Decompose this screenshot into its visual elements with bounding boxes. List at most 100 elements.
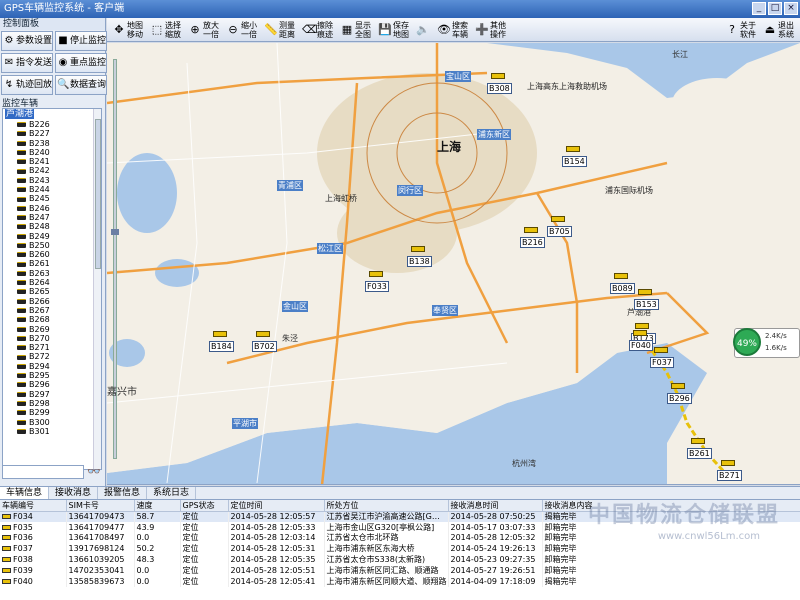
tree-vehicle-item[interactable]: B250 — [3, 241, 101, 250]
vehicle-marker-icon[interactable] — [551, 216, 565, 222]
info-tab-1[interactable]: 接收消息 — [49, 487, 99, 499]
tree-vehicle-item[interactable]: B298 — [3, 399, 101, 408]
tree-vehicle-item[interactable]: B227 — [3, 129, 101, 138]
tree-vehicle-item[interactable]: B264 — [3, 278, 101, 287]
tree-vehicle-item[interactable]: B241 — [3, 157, 101, 166]
vehicle-marker-label[interactable]: B138 — [407, 256, 432, 267]
tree-vehicle-item[interactable]: B246 — [3, 204, 101, 213]
tree-vehicle-item[interactable]: B299 — [3, 408, 101, 417]
map-view[interactable]: 上海 嘉兴市 上海虹桥 浦东国际机场 上海高东上海救助机场 长江 杭州湾 平湖市… — [107, 43, 800, 485]
tree-scrollbar[interactable] — [93, 109, 101, 469]
vehicle-marker-icon[interactable] — [671, 383, 685, 389]
tree-vehicle-item[interactable]: B271 — [3, 343, 101, 352]
zoom-slider[interactable] — [111, 49, 119, 469]
vehicle-marker-label[interactable]: B308 — [487, 83, 512, 94]
vehicle-marker-icon[interactable] — [654, 347, 668, 353]
tree-vehicle-item[interactable]: B245 — [3, 194, 101, 203]
vehicle-marker-icon[interactable] — [256, 331, 270, 337]
tree-vehicle-item[interactable]: B267 — [3, 306, 101, 315]
info-tab-0[interactable]: 车辆信息 — [0, 487, 50, 499]
vehicle-search-input[interactable] — [2, 465, 84, 479]
control-button-5[interactable]: 🔍 数据查询 — [55, 75, 107, 95]
table-row[interactable]: F038 13661039205 48.3 定位 2014-05-28 12:05:35… — [0, 554, 800, 566]
control-button-1[interactable]: ■ 停止监控 — [55, 31, 107, 51]
vehicle-marker-icon[interactable] — [691, 438, 705, 444]
tree-root[interactable]: 芦潮港 — [3, 109, 101, 120]
vehicle-marker-label[interactable]: F040 — [629, 340, 653, 351]
toolbar-button-save[interactable]: 💾 保存 地图 — [375, 19, 412, 41]
vehicle-marker-icon[interactable] — [411, 246, 425, 252]
vehicle-marker-label[interactable]: B271 — [717, 470, 742, 481]
column-header[interactable]: GPS状态 — [180, 500, 229, 512]
vehicle-marker-label[interactable]: B296 — [667, 393, 692, 404]
vehicle-marker-icon[interactable] — [491, 73, 505, 79]
column-header[interactable]: 所处方位 — [324, 500, 449, 512]
maximize-icon[interactable]: □ — [768, 2, 782, 15]
vehicle-marker-icon[interactable] — [638, 289, 652, 295]
zoom-track[interactable] — [113, 59, 117, 459]
column-header[interactable]: 车辆编号 — [0, 500, 67, 512]
tree-vehicle-item[interactable]: B268 — [3, 315, 101, 324]
vehicle-marker-label[interactable]: B154 — [562, 156, 587, 167]
control-button-0[interactable]: ⚙ 参数设置 — [1, 31, 53, 51]
info-tab-3[interactable]: 系统日志 — [147, 487, 197, 499]
vehicle-marker-label[interactable]: B153 — [634, 299, 659, 310]
tree-vehicle-item[interactable]: B294 — [3, 362, 101, 371]
vehicle-marker-label[interactable]: F033 — [365, 281, 389, 292]
tree-scroll-thumb[interactable] — [95, 119, 101, 269]
tree-vehicle-item[interactable]: B301 — [3, 427, 101, 436]
toolbar-button-about[interactable]: ? 关于 软件 — [722, 19, 759, 41]
column-header[interactable]: 定位时间 — [228, 500, 325, 512]
tree-vehicle-item[interactable]: B226 — [3, 120, 101, 129]
vehicle-marker-label[interactable]: B702 — [252, 341, 277, 352]
tree-vehicle-item[interactable]: B265 — [3, 287, 101, 296]
toolbar-button-other-ops[interactable]: ➕ 其他 操作 — [472, 19, 509, 41]
vehicle-marker-icon[interactable] — [369, 271, 383, 277]
binoculars-icon[interactable]: 👓 — [86, 465, 102, 479]
minimize-icon[interactable]: _ — [752, 2, 766, 15]
tree-vehicle-item[interactable]: B244 — [3, 185, 101, 194]
tree-vehicle-item[interactable]: B295 — [3, 371, 101, 380]
zoom-knob[interactable] — [111, 229, 119, 235]
vehicle-marker-icon[interactable] — [213, 331, 227, 337]
column-header[interactable]: 接收消息时间 — [448, 500, 543, 512]
vehicle-marker-icon[interactable] — [614, 273, 628, 279]
control-button-2[interactable]: ✉ 指令发送 — [1, 53, 53, 73]
tree-vehicle-item[interactable]: B240 — [3, 148, 101, 157]
tree-vehicle-item[interactable]: B248 — [3, 222, 101, 231]
vehicle-marker-label[interactable]: B184 — [209, 341, 234, 352]
toolbar-button-zoom-in[interactable]: ⊕ 放大 一倍 — [185, 19, 222, 41]
toolbar-button-exit[interactable]: ⏏ 退出 系统 — [760, 19, 797, 41]
vehicle-tree[interactable]: 芦潮港 B226 B227 B238 B240 B241 B242 B243 B244 B245… — [2, 108, 102, 470]
toolbar-button-sound[interactable]: 🔈 — [413, 19, 433, 41]
table-row[interactable]: F037 13917698124 50.2 定位 2014-05-28 12:05:31… — [0, 543, 800, 555]
control-button-4[interactable]: ↯ 轨迹回放 — [1, 75, 53, 95]
tree-vehicle-item[interactable]: B272 — [3, 352, 101, 361]
vehicle-marker-icon[interactable] — [566, 146, 580, 152]
toolbar-button-zoom-out[interactable]: ⊖ 缩小 一倍 — [223, 19, 260, 41]
vehicle-marker-label[interactable]: B705 — [547, 226, 572, 237]
tree-vehicle-item[interactable]: B266 — [3, 297, 101, 306]
toolbar-button-measure[interactable]: 📏 测量 距离 — [261, 19, 298, 41]
vehicle-marker-label[interactable]: B089 — [610, 283, 635, 294]
tree-vehicle-item[interactable]: B296 — [3, 380, 101, 389]
table-row[interactable]: F039 14702353041 0.0 定位 2014-05-28 12:05:51 上… — [0, 565, 800, 577]
tree-vehicle-item[interactable]: B249 — [3, 232, 101, 241]
toolbar-button-search-vehicle[interactable]: 👁 搜索 车辆 — [434, 19, 471, 41]
table-row[interactable]: F040 13585839673 0.0 定位 2014-05-28 12:05:41 上… — [0, 576, 800, 588]
close-icon[interactable]: × — [784, 2, 798, 15]
column-header[interactable]: SIM卡号 — [66, 500, 135, 512]
tree-vehicle-item[interactable]: B260 — [3, 250, 101, 259]
tree-vehicle-item[interactable]: B243 — [3, 176, 101, 185]
vehicle-marker-icon[interactable] — [524, 227, 538, 233]
tree-vehicle-item[interactable]: B261 — [3, 259, 101, 268]
tree-vehicle-item[interactable]: B270 — [3, 334, 101, 343]
tree-vehicle-item[interactable]: B297 — [3, 390, 101, 399]
column-header[interactable]: 速度 — [134, 500, 181, 512]
vehicle-marker-label[interactable]: B216 — [520, 237, 545, 248]
toolbar-button-select-zoom[interactable]: ⬚ 选择 缩放 — [147, 19, 184, 41]
tree-vehicle-item[interactable]: B247 — [3, 213, 101, 222]
vehicle-marker-icon[interactable] — [635, 323, 649, 329]
vehicle-marker-icon[interactable] — [721, 460, 735, 466]
tree-vehicle-item[interactable]: B263 — [3, 269, 101, 278]
